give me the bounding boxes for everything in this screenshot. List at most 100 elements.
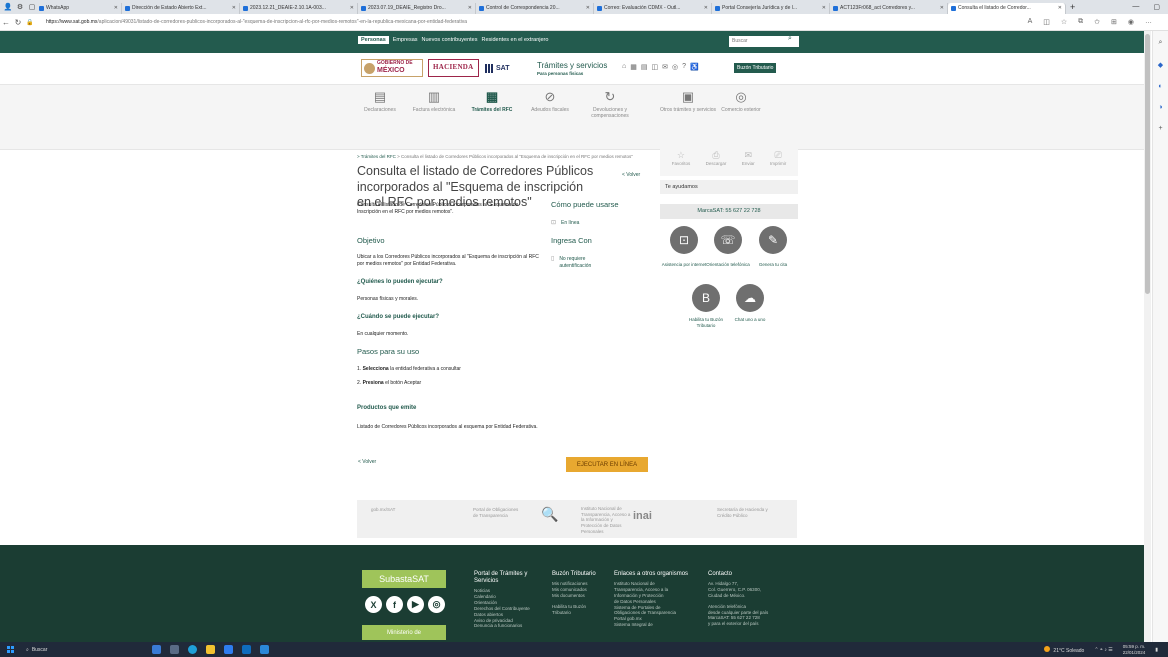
gov-nav-item-1[interactable]: Empresas [393, 37, 418, 43]
search-icon[interactable]: ⌕ [788, 35, 792, 43]
help-icon[interactable]: ? [682, 63, 686, 71]
footer-link[interactable]: y para el exterior del país [708, 621, 798, 627]
scrollbar-thumb[interactable] [1145, 34, 1150, 294]
gobmx-sat-link[interactable]: gob.mx/SAT [371, 507, 395, 513]
minimize-icon[interactable]: — [1132, 3, 1139, 11]
workspaces-icon[interactable]: ⚙ [16, 3, 24, 11]
orientacion-telefonica-icon[interactable]: ☏ [714, 226, 742, 254]
edge-app-icon[interactable] [188, 645, 197, 654]
help-label-2[interactable]: Orientación telefónica [705, 262, 751, 268]
mail-icon[interactable]: ✉ [662, 63, 668, 71]
close-tab-icon[interactable]: ✕ [114, 5, 118, 11]
inai-logo[interactable]: inai [633, 510, 652, 524]
back-icon[interactable]: ← [0, 18, 12, 27]
menu-item-4[interactable]: ↻ Devoluciones y compensaciones [580, 89, 640, 120]
collections-icon[interactable]: ⊞ [1111, 18, 1117, 26]
outlook-app-icon[interactable] [242, 645, 251, 654]
gov-nav-item-0[interactable]: Personas [358, 36, 389, 44]
close-tab-icon[interactable]: ✕ [232, 5, 236, 11]
maximize-icon[interactable]: ▢ [1153, 3, 1160, 11]
extensions-icon[interactable]: ⧉ [1078, 18, 1083, 26]
share-item-0[interactable]: ☆ Favoritos [672, 150, 691, 166]
asistencia-internet-icon[interactable]: ⊡ [670, 226, 698, 254]
buzon-tributario-button[interactable]: Buzón Tributario [734, 63, 777, 73]
notifications-icon[interactable]: ▮ [1155, 647, 1158, 653]
ejecutar-en-linea-button[interactable]: EJECUTAR EN LÍNEA [566, 457, 648, 472]
browser-tab-3[interactable]: 2023.07.19_DEAIE_Registro Dro... ✕ [358, 2, 476, 14]
footer-link[interactable]: Denuncia a funcionarios [474, 623, 542, 629]
help-label-3[interactable]: Genera tu cita [750, 262, 796, 268]
tab-actions-icon[interactable]: ▢ [28, 3, 36, 11]
browser-tab-1[interactable]: Dirección de Estado Abierto Ext... ✕ [122, 2, 240, 14]
close-tab-icon[interactable]: ✕ [1058, 5, 1062, 11]
menu-item-3[interactable]: ⊘ Adeudos fiscales [520, 89, 580, 113]
accessibility-icon[interactable]: ♿ [690, 63, 699, 71]
windows-start-icon[interactable] [7, 646, 14, 653]
reload-icon[interactable]: ↻ [12, 18, 24, 27]
buzon-tributario-icon[interactable]: B [692, 284, 720, 312]
subasta-sat-button[interactable]: SubastaSAT [362, 570, 446, 588]
share-item-2[interactable]: ✉ Enviar [742, 150, 755, 166]
sidebar-copilot-icon[interactable]: ◆ [1158, 61, 1163, 69]
help-label-5[interactable]: Chat uno a uno [727, 317, 773, 323]
favorites-bar-icon[interactable]: ✩ [1094, 18, 1100, 26]
system-tray-icon[interactable]: ⌃ ◓ ♪ ☰ [1094, 647, 1112, 653]
chat-icon[interactable]: ☁ [736, 284, 764, 312]
portal-obligaciones-link[interactable]: Portal de Obligaciones de Transparencia [473, 507, 521, 518]
taskbar-clock[interactable]: 05:59 p. m. 22/01/2024 [1123, 644, 1146, 654]
menu-item-1[interactable]: ▥ Factura electrónica [404, 89, 464, 113]
calendar-icon[interactable]: ▦ [630, 63, 637, 71]
menu-item-5[interactable]: ▣ Otros trámites y servicios [658, 89, 718, 113]
instagram-icon[interactable]: ◎ [428, 596, 445, 613]
news-icon[interactable]: ◫ [651, 63, 658, 71]
weather-widget[interactable]: 21°C Soleado [1044, 645, 1084, 654]
genera-cita-icon[interactable]: ✎ [759, 226, 787, 254]
gobierno-mexico-logo[interactable]: GOBIERNO DE MÉXICO [361, 59, 423, 77]
close-tab-icon[interactable]: ✕ [586, 5, 590, 11]
ministerio-button[interactable]: Ministerio de [362, 625, 446, 640]
lock-icon[interactable]: 🔒 [24, 19, 36, 26]
x-twitter-icon[interactable]: X [365, 596, 382, 613]
directory-icon[interactable]: ▤ [641, 63, 648, 71]
page-scrollbar[interactable] [1144, 31, 1151, 642]
footer-link[interactable]: Sistema Integral de [614, 622, 704, 628]
explorer-app-icon[interactable] [206, 645, 215, 654]
sidebar-tools-icon[interactable]: ◐ [1158, 83, 1162, 90]
close-tab-icon[interactable]: ✕ [940, 5, 944, 11]
taskbar-search[interactable]: ⌕ Buscar [26, 647, 126, 653]
close-tab-icon[interactable]: ✕ [468, 5, 472, 11]
close-tab-icon[interactable]: ✕ [704, 5, 708, 11]
browser-tab-0[interactable]: WhatsApp ✕ [36, 2, 122, 14]
facebook-icon[interactable]: f [386, 596, 403, 613]
share-item-3[interactable]: ⎚ Imprimir [770, 150, 786, 166]
browser-tab-2[interactable]: 2023.12.21_DEAIE-2.10.1A-003... ✕ [240, 2, 358, 14]
browser-tab-8[interactable]: Consulta el listado de Corredor... ✕ [948, 2, 1066, 14]
gov-nav-item-2[interactable]: Nuevos contribuyentes [422, 37, 478, 43]
browser-tab-6[interactable]: Portal Consejería Jurídica y de l... ✕ [712, 2, 830, 14]
url-input[interactable]: https://www.sat.gob.mx/aplicacion/49031/… [46, 19, 686, 25]
footer-link[interactable]: Tributario [552, 610, 606, 616]
read-aloud-icon[interactable]: A [1028, 18, 1033, 26]
volver-link[interactable]: < Volver [622, 172, 640, 178]
profile-icon[interactable]: 👤 [4, 3, 13, 11]
browser-tab-4[interactable]: Control de Correspondencia 20... ✕ [476, 2, 594, 14]
favorite-icon[interactable]: ☆ [1061, 18, 1067, 26]
browser-tab-7[interactable]: ACT123Fr068_act Corredores y... ✕ [830, 2, 948, 14]
help-label-1[interactable]: Asistencia por internet [661, 262, 707, 268]
menu-item-2[interactable]: ▦ Trámites del RFC [462, 89, 522, 113]
browser-tab-5[interactable]: Correo: Evaluación CDMX - Outl... ✕ [594, 2, 712, 14]
hacienda-logo[interactable]: HACIENDA [428, 59, 479, 77]
split-screen-icon[interactable]: ◫ [1043, 18, 1050, 26]
close-tab-icon[interactable]: ✕ [350, 5, 354, 11]
store-app-icon[interactable] [224, 645, 233, 654]
breadcrumb-parent-link[interactable]: > Trámites del RFC [357, 154, 396, 159]
new-tab-button[interactable]: + [1070, 2, 1075, 12]
inai-link[interactable]: Instituto Nacional de Transparencia, Acc… [581, 506, 631, 534]
location-icon[interactable]: ◎ [672, 63, 678, 71]
sidebar-add-icon[interactable]: + [1158, 125, 1162, 132]
menu-item-6[interactable]: ◎ Comercio exterior [711, 89, 771, 113]
shcp-link[interactable]: Secretaría de Hacienda y Crédito Público [717, 507, 773, 518]
volver-bottom-link[interactable]: < Volver [358, 459, 376, 465]
home-icon[interactable]: ⌂ [622, 63, 626, 71]
copilot-icon[interactable]: ◉ [1128, 18, 1134, 26]
